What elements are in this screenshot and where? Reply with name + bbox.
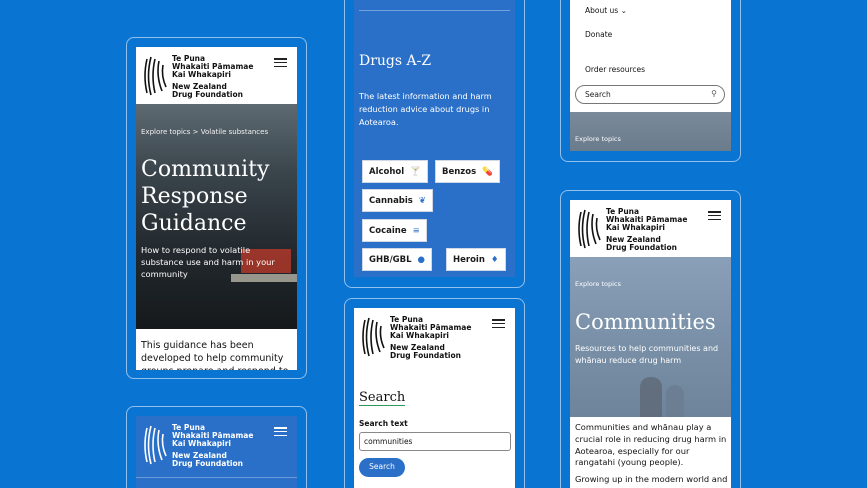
search-input[interactable]: communities [359, 432, 511, 451]
card-community-guidance: Te Puna Whakaiti Pāmamae Kai Whakapiri N… [126, 37, 307, 379]
page-title: Search [359, 390, 406, 406]
menu-icon[interactable] [492, 319, 505, 329]
chip-alcohol[interactable]: Alcohol 🍸 [362, 160, 428, 183]
menu-item-donate[interactable]: Donate [585, 30, 612, 39]
site-header: Te Puna Whakaiti Pāmamae Kai Whakapiri N… [570, 200, 731, 257]
site-header: Te Puna Whakaiti Pāmamae Kai Whakapiri N… [354, 308, 515, 365]
hero-banner: Explore topics > Volatile substances Com… [136, 104, 297, 329]
menu-icon[interactable] [708, 211, 721, 221]
brand-wordmark[interactable]: Te Puna Whakaiti Pāmamae Kai Whakapiri N… [172, 424, 253, 468]
brand-wordmark[interactable]: Te Puna Whakaiti Pāmamae Kai Whakapiri N… [172, 55, 253, 99]
search-label: Search text [359, 419, 408, 428]
phone-screen: About us ⌄ Donate Order resources Search… [570, 0, 731, 151]
page-title: Communities [575, 310, 716, 334]
card-blue-header: Te Puna Whakaiti Pāmamae Kai Whakapiri N… [126, 406, 307, 488]
card-communities: Te Puna Whakaiti Pāmamae Kai Whakapiri N… [560, 190, 741, 488]
brand-logo-icon [362, 317, 385, 357]
card-menu: About us ⌄ Donate Order resources Search… [560, 0, 741, 162]
search-icon: ⚲ [711, 89, 717, 98]
lines-icon: ≡ [412, 226, 420, 236]
card-search: Te Puna Whakaiti Pāmamae Kai Whakapiri N… [344, 298, 525, 488]
brand-wordmark[interactable]: Te Puna Whakaiti Pāmamae Kai Whakapiri N… [606, 208, 687, 252]
breadcrumb[interactable]: Explore topics > Volatile substances [141, 128, 268, 136]
intro-text: Communities and whānau play a crucial ro… [575, 422, 728, 485]
brand-wordmark[interactable]: Te Puna Whakaiti Pāmamae Kai Whakapiri N… [390, 316, 471, 360]
menu-icon[interactable] [274, 58, 287, 68]
site-header: Te Puna Whakaiti Pāmamae Kai Whakapiri N… [136, 416, 297, 473]
brand-logo-icon [144, 56, 167, 96]
phone-screen: Te Puna Whakaiti Pāmamae Kai Whakapiri N… [570, 200, 731, 488]
menu-item-about[interactable]: About us ⌄ [585, 6, 627, 15]
leaf-icon: ❦ [418, 196, 426, 206]
search-button[interactable]: Search [359, 458, 405, 477]
phone-screen: Te Puna Whakaiti Pāmamae Kai Whakapiri N… [136, 416, 297, 488]
page-subtitle: Resources to help communities and whānau… [575, 344, 719, 365]
poppy-icon: ♦ [490, 255, 499, 265]
menu-item-order[interactable]: Order resources [585, 65, 645, 74]
glass-icon: 🍸 [410, 167, 421, 177]
hero-banner: Explore topics [570, 112, 731, 151]
hero-banner: Explore topics Communities Resources to … [570, 257, 731, 417]
pill-icon: 💊 [482, 167, 493, 177]
page-title: Drugs A-Z [359, 53, 432, 69]
brand-logo-icon [578, 209, 601, 249]
brand-logo-icon [144, 425, 167, 465]
page-description: The latest information and harm reductio… [359, 91, 492, 127]
card-drugs-az: Drugs A-Z The latest information and har… [344, 0, 525, 288]
breadcrumb[interactable]: Explore topics [575, 135, 621, 143]
phone-screen: Te Puna Whakaiti Pāmamae Kai Whakapiri N… [354, 308, 515, 488]
chip-ghb-gbl[interactable]: GHB/GBL ● [362, 248, 432, 271]
chevron-down-icon: ⌄ [620, 6, 627, 15]
drop-icon: ● [417, 255, 425, 265]
menu-icon[interactable] [274, 427, 287, 437]
page-title: Community Response Guidance [141, 157, 270, 236]
site-header: Te Puna Whakaiti Pāmamae Kai Whakapiri N… [136, 47, 297, 104]
chip-benzos[interactable]: Benzos 💊 [435, 160, 500, 183]
phone-screen: Te Puna Whakaiti Pāmamae Kai Whakapiri N… [136, 47, 297, 370]
search-input[interactable]: Search ⚲ [575, 85, 725, 104]
phone-screen: Drugs A-Z The latest information and har… [354, 0, 515, 277]
chip-heroin[interactable]: Heroin ♦ [446, 248, 506, 271]
chip-cocaine[interactable]: Cocaine ≡ [362, 219, 427, 242]
chip-cannabis[interactable]: Cannabis ❦ [362, 189, 433, 212]
breadcrumb[interactable]: Explore topics [575, 280, 621, 288]
page-subtitle: How to respond to volatile substance use… [141, 245, 275, 279]
intro-text: This guidance has been developed to help… [141, 340, 288, 370]
